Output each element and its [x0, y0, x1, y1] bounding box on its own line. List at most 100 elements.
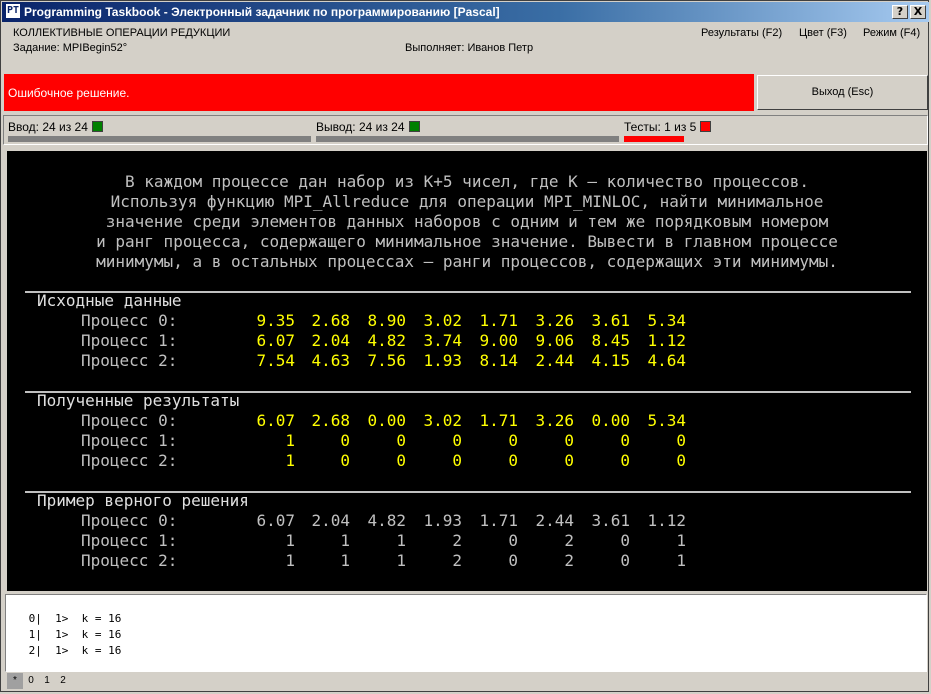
debug-tab[interactable]: *	[7, 673, 23, 689]
data-value: 0	[340, 431, 350, 450]
description-line: и ранг процесса, содержащего минимальное…	[96, 232, 838, 251]
data-value: 2.68	[311, 311, 350, 330]
data-value: 1	[340, 531, 350, 550]
input-counter-label: Ввод: 24 из 24	[8, 120, 88, 134]
description-line: минимумы, а в остальных процессах — ранг…	[96, 252, 838, 271]
mode-menu[interactable]: Режим (F4)	[863, 27, 920, 39]
data-value: 1	[396, 531, 406, 550]
data-value: 4.63	[311, 351, 350, 370]
data-value: 0	[340, 451, 350, 470]
data-value: 2	[564, 551, 574, 570]
color-menu[interactable]: Цвет (F3)	[799, 27, 847, 39]
data-value: 1.71	[479, 311, 518, 330]
data-value: 1	[396, 551, 406, 570]
description-line: Используя функцию MPI_Allreduce для опер…	[110, 192, 824, 211]
data-value: 1	[285, 451, 295, 470]
output-progress-fill	[316, 136, 619, 142]
description-line: значение среди элементов данных наборов …	[105, 212, 829, 231]
data-value: 1.93	[423, 511, 462, 530]
performer-name: Иванов Петр	[467, 42, 534, 54]
debug-line: 2| 1> k = 16	[22, 644, 122, 657]
debug-tab[interactable]: 2	[55, 673, 71, 689]
process-label: Процесс 0:	[81, 411, 178, 430]
description-line: В каждом процессе дан набор из K+5 чисел…	[125, 172, 809, 191]
data-value: 0	[620, 551, 630, 570]
data-value: 9.00	[479, 331, 518, 350]
exit-button[interactable]: Выход (Esc)	[757, 75, 928, 110]
data-value: 9.06	[535, 331, 574, 350]
data-value: 0	[676, 431, 686, 450]
data-value: 2.44	[535, 511, 574, 530]
tests-counter: Тесты: 1 из 5	[624, 120, 712, 134]
app-window: PT Programming Taskbook - Электронный за…	[0, 0, 929, 692]
task-label: Задание:	[13, 42, 60, 54]
output-counter: Вывод: 24 из 24	[316, 120, 420, 134]
output-status-indicator	[408, 121, 420, 132]
data-value: 8.45	[591, 331, 630, 350]
debug-panel[interactable]: 0| 1> k = 16 1| 1> k = 16 2| 1> k = 16	[5, 594, 927, 672]
task-name-row: Задание: MPIBegin52°	[13, 42, 127, 54]
output-counter-label: Вывод: 24 из 24	[316, 120, 405, 134]
debug-tab[interactable]: 1	[39, 673, 55, 689]
data-value: 2.44	[535, 351, 574, 370]
input-progress-fill	[8, 136, 311, 142]
data-value: 0	[396, 431, 406, 450]
performer-row: Выполняет: Иванов Петр	[405, 42, 533, 54]
status-panel: Ошибочное решение.	[4, 74, 754, 111]
data-value: 0	[508, 531, 518, 550]
input-counter: Ввод: 24 из 24	[8, 120, 103, 134]
data-value: 6.07	[256, 511, 295, 530]
data-value: 4.82	[367, 331, 406, 350]
data-value: 0.00	[591, 411, 630, 430]
data-value: 5.34	[647, 311, 686, 330]
data-value: 0	[620, 531, 630, 550]
data-value: 1	[676, 531, 686, 550]
data-value: 1.71	[479, 411, 518, 430]
data-value: 7.54	[256, 351, 295, 370]
section-title: Пример верного решения	[37, 491, 249, 510]
data-value: 8.14	[479, 351, 518, 370]
data-value: 0	[452, 431, 462, 450]
data-value: 3.74	[423, 331, 462, 350]
data-value: 8.90	[367, 311, 406, 330]
counters-strip: Ввод: 24 из 24 Вывод: 24 из 24 Тесты: 1 …	[3, 115, 928, 145]
data-value: 2	[452, 531, 462, 550]
data-value: 2	[564, 531, 574, 550]
data-value: 1.12	[647, 511, 686, 530]
process-label: Процесс 1:	[81, 331, 178, 350]
data-value: 0	[676, 451, 686, 470]
debug-tab[interactable]: 0	[23, 673, 39, 689]
input-status-indicator	[91, 121, 103, 132]
data-value: 0	[452, 451, 462, 470]
close-button[interactable]: X	[910, 5, 926, 19]
task-group-title: КОЛЛЕКТИВНЫЕ ОПЕРАЦИИ РЕДУКЦИИ	[13, 27, 231, 39]
results-menu[interactable]: Результаты (F2)	[701, 27, 782, 39]
data-value: 0	[564, 451, 574, 470]
tests-progress-bar	[624, 136, 924, 142]
output-progress-bar	[316, 136, 619, 142]
process-label: Процесс 2:	[81, 351, 178, 370]
help-button[interactable]: ?	[892, 5, 908, 19]
data-value: 5.34	[647, 411, 686, 430]
data-value: 2.68	[311, 411, 350, 430]
data-value: 0	[508, 551, 518, 570]
section-title: Исходные данные	[37, 291, 182, 310]
data-value: 3.26	[535, 311, 574, 330]
process-label: Процесс 0:	[81, 511, 178, 530]
data-value: 7.56	[367, 351, 406, 370]
process-label: Процесс 2:	[81, 451, 178, 470]
task-name: MPIBegin52°	[62, 42, 128, 54]
data-value: 0	[620, 451, 630, 470]
data-value: 1	[285, 431, 295, 450]
data-value: 3.02	[423, 311, 462, 330]
data-value: 0	[564, 431, 574, 450]
tests-progress-fill	[624, 136, 684, 142]
title-bar[interactable]: PT Programming Taskbook - Электронный за…	[2, 2, 929, 22]
data-value: 0.00	[367, 411, 406, 430]
data-value: 1	[340, 551, 350, 570]
data-value: 4.82	[367, 511, 406, 530]
data-value: 3.61	[591, 511, 630, 530]
data-value: 3.26	[535, 411, 574, 430]
data-value: 4.15	[591, 351, 630, 370]
data-value: 1	[285, 551, 295, 570]
